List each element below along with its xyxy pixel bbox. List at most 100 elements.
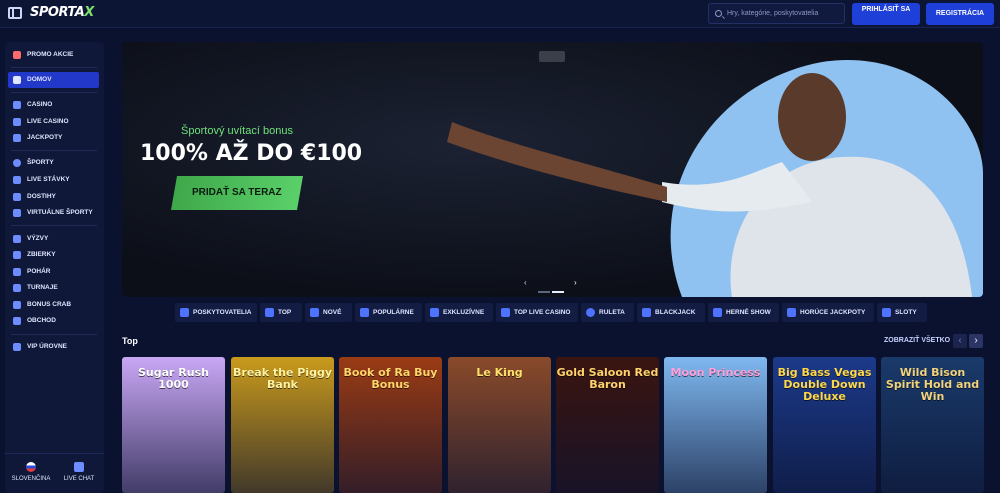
chat-icon (74, 462, 84, 472)
see-all-link[interactable]: ZOBRAZIŤ VŠETKO (884, 337, 950, 344)
search-icon (715, 10, 722, 17)
carousel-dots[interactable] (538, 280, 566, 297)
clover-icon (13, 134, 21, 142)
sidebar-item-label: DOMOV (27, 76, 52, 83)
sidebar-item-label: PROMO AKCIE (27, 51, 74, 58)
search-input[interactable]: Hry, kategórie, poskytovatelia (708, 3, 845, 24)
game-tile[interactable]: Book of Ra Buy Bonus (339, 357, 442, 493)
sidebar-item-home[interactable]: DOMOV (8, 72, 99, 88)
game-tile[interactable]: Sugar Rush 1000 (122, 357, 225, 493)
bolt-icon (265, 308, 274, 317)
category-label: RULETA (599, 309, 625, 316)
sidebar-item-sports[interactable]: ŠPORTY (8, 155, 99, 171)
sidebar-item-tournaments[interactable]: TURNAJE (8, 280, 99, 296)
sidebar-item-label: LIVE STÁVKY (27, 176, 70, 183)
sidebar-item-label: DOSTIHY (27, 193, 56, 200)
sidebar-item-virtual-sports[interactable]: VIRTUÁLNE ŠPORTY (8, 205, 99, 221)
category-hot-jackpots[interactable]: HORÚCE JACKPOTY (782, 303, 874, 322)
category-new[interactable]: NOVÉ (305, 303, 352, 322)
sidebar-item-live-bets[interactable]: LIVE STÁVKY (8, 172, 99, 188)
category-blackjack[interactable]: BLACKJACK (637, 303, 705, 322)
section-title-top: Top (122, 336, 138, 346)
game-tile[interactable]: Moon Princess (664, 357, 767, 493)
category-top[interactable]: TOP (260, 303, 302, 322)
join-now-button[interactable]: PRIDAŤ SA TERAZ (171, 176, 303, 210)
banner-prev-icon[interactable]: ‹ (524, 278, 527, 287)
show-icon (713, 308, 722, 317)
crab-icon (13, 301, 21, 309)
banner-headline: 100% AŽ DO €100 (140, 141, 363, 166)
sidebar-item-live-casino[interactable]: LIVE CASINO (8, 114, 99, 130)
cards-icon (13, 101, 21, 109)
sidebar-item-shop[interactable]: OBCHOD (8, 313, 99, 329)
divider (11, 334, 97, 335)
game-tile[interactable]: Gold Saloon Red Baron (556, 357, 659, 493)
sidebar-item-vip[interactable]: VIP ÚROVNE (8, 339, 99, 355)
sidebar-item-label: VIP ÚROVNE (27, 343, 67, 350)
sidebar-item-casino[interactable]: CASINO (8, 97, 99, 113)
live-icon (13, 176, 21, 184)
category-providers[interactable]: POSKYTOVATELIA (175, 303, 257, 322)
gift-icon (13, 51, 21, 59)
flag-icon (26, 462, 36, 472)
sidebar-item-bonus-crab[interactable]: BONUS CRAB (8, 297, 99, 313)
games-next-button[interactable]: › (969, 334, 983, 348)
divider (11, 67, 97, 68)
category-roulette[interactable]: RULETA (581, 303, 634, 322)
sidebar-item-label: CASINO (27, 101, 53, 108)
ball-icon (13, 159, 21, 167)
register-button[interactable]: REGISTRÁCIA (926, 3, 994, 25)
roulette-icon (586, 308, 595, 317)
games-prev-button[interactable]: ‹ (953, 334, 967, 348)
sidebar-item-challenges[interactable]: VÝZVY (8, 231, 99, 247)
diamond-icon (430, 308, 439, 317)
category-label: TOP (278, 309, 292, 316)
category-slots[interactable]: SLOTY (877, 303, 927, 322)
search-placeholder: Hry, kategórie, poskytovatelia (727, 10, 819, 17)
collection-icon (13, 251, 21, 259)
sidebar-item-cup[interactable]: POHÁR (8, 264, 99, 280)
trophy-icon (13, 268, 21, 276)
live-casino-icon (13, 118, 21, 126)
sidebar-item-label: ZBIERKY (27, 251, 56, 258)
sidebar-item-collections[interactable]: ZBIERKY (8, 247, 99, 263)
divider (11, 92, 97, 93)
carousel-dot[interactable] (538, 291, 550, 293)
game-tile[interactable]: Break the Piggy Bank (231, 357, 334, 493)
game-tile[interactable]: Big Bass Vegas Double Down Deluxe (773, 357, 876, 493)
promo-banner[interactable]: Športový uvítací bonus 100% AŽ DO €100 P… (122, 42, 983, 297)
category-label: HERNÉ SHOW (726, 309, 771, 316)
carousel-dot-active[interactable] (552, 291, 564, 293)
live-chat-button[interactable]: LIVE CHAT (55, 462, 103, 482)
game-title: Wild Bison Spirit Hold and Win (885, 366, 980, 403)
sidebar-item-label: POHÁR (27, 268, 51, 275)
sidebar-item-jackpots[interactable]: JACKPOTY (8, 130, 99, 146)
category-top-live-casino[interactable]: TOP LIVE CASINO (496, 303, 578, 322)
language-selector[interactable]: SLOVENČINA (7, 462, 55, 482)
flame-icon (360, 308, 369, 317)
sidebar-item-promo[interactable]: PROMO AKCIE (8, 47, 99, 63)
game-title: Break the Piggy Bank (233, 366, 332, 391)
game-tile[interactable]: Wild Bison Spirit Hold and Win (881, 357, 984, 493)
sidebar-item-racing[interactable]: DOSTIHY (8, 189, 99, 205)
blackjack-icon (642, 308, 651, 317)
game-title: Moon Princess (670, 366, 761, 379)
game-tile[interactable]: Le King (448, 357, 551, 493)
logo[interactable]: SPORTAX (30, 5, 94, 20)
sidebar-toggle-icon[interactable] (8, 7, 22, 19)
banner-subtitle: Športový uvítací bonus (181, 125, 293, 137)
game-title: Le King (476, 366, 523, 379)
providers-icon (180, 308, 189, 317)
category-label: EXKLUZÍVNE (443, 309, 485, 316)
target-icon (13, 235, 21, 243)
category-label: NOVÉ (323, 309, 342, 316)
banner-next-icon[interactable]: › (574, 278, 577, 287)
category-game-shows[interactable]: HERNÉ SHOW (708, 303, 779, 322)
top-bar: SPORTAX Hry, kategórie, poskytovatelia P… (0, 0, 1000, 28)
category-popular[interactable]: POPULÁRNE (355, 303, 422, 322)
join-now-label: PRIDAŤ SA TERAZ (192, 187, 282, 198)
category-exclusive[interactable]: EXKLUZÍVNE (425, 303, 493, 322)
login-button[interactable]: PRIHLÁSIŤ SA (852, 3, 920, 25)
sidebar-item-label: JACKPOTY (27, 134, 63, 141)
banner-media-controls[interactable] (539, 51, 565, 62)
